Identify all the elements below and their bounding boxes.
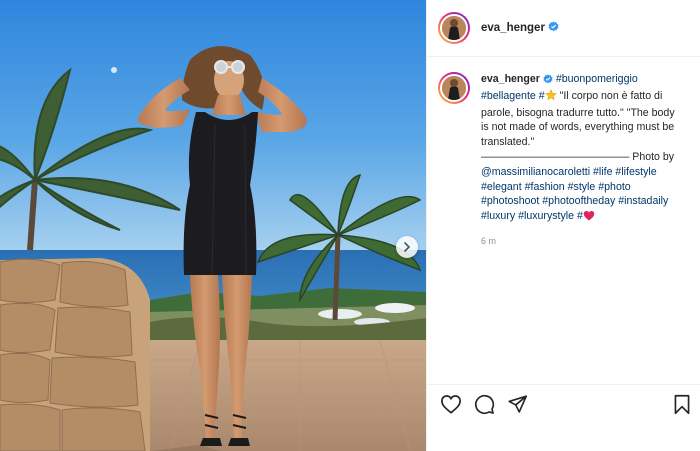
post-photo[interactable] (0, 0, 426, 451)
header-username[interactable]: eva_henger (481, 22, 545, 34)
post-timestamp[interactable]: 6 m (481, 234, 681, 249)
save-bookmark-icon[interactable] (673, 394, 691, 415)
star-emoji-icon (544, 88, 557, 106)
caption-text: eva_henger #buonpomeriggio #bellagente #… (481, 72, 681, 249)
comment-icon[interactable] (474, 394, 495, 415)
heart-emoji-icon (583, 210, 595, 226)
caption-username[interactable]: eva_henger (481, 73, 540, 85)
caption-avatar[interactable] (438, 72, 470, 104)
hashtag-link[interactable]: #photo (598, 181, 630, 193)
hashtag-link[interactable]: #lifestyle (615, 166, 656, 178)
verified-badge-icon (543, 74, 553, 89)
avatar-image (440, 74, 468, 102)
hashtag-link[interactable]: #bellagente (481, 90, 536, 102)
hashtag-link[interactable]: #fashion (525, 181, 565, 193)
like-heart-icon[interactable] (440, 394, 462, 414)
verified-badge-icon (548, 19, 559, 37)
hashtag-link[interactable]: #photooftheday (542, 195, 615, 207)
hashtag-link[interactable]: #photoshoot (481, 195, 539, 207)
hashtag-link[interactable]: #buonpomeriggio (556, 73, 638, 85)
hashtag-link[interactable]: #elegant (481, 181, 522, 193)
avatar-image (440, 14, 468, 42)
post-side-panel: eva_henger eva_henger #buonpomeriggio #b… (426, 0, 700, 451)
hashtag-link[interactable]: #life (593, 166, 612, 178)
share-icon[interactable] (507, 394, 528, 415)
avatar[interactable] (438, 12, 470, 44)
hashtag-link[interactable]: #style (568, 181, 596, 193)
hashtag-link[interactable]: #instadaily (618, 195, 668, 207)
action-bar (427, 384, 700, 451)
photo-illustration (0, 0, 426, 451)
post-header: eva_henger (427, 0, 700, 57)
chevron-right-icon (404, 242, 411, 252)
next-image-button[interactable] (396, 236, 418, 258)
post-caption: eva_henger #buonpomeriggio #bellagente #… (438, 72, 694, 249)
hashtag-link[interactable]: #luxurystyle (518, 210, 574, 222)
hashtag-link[interactable]: #luxury (481, 210, 515, 222)
caption-body: eva_henger #buonpomeriggio #bellagente #… (481, 73, 675, 222)
mention-link[interactable]: @massimilianocaroletti (481, 166, 590, 178)
